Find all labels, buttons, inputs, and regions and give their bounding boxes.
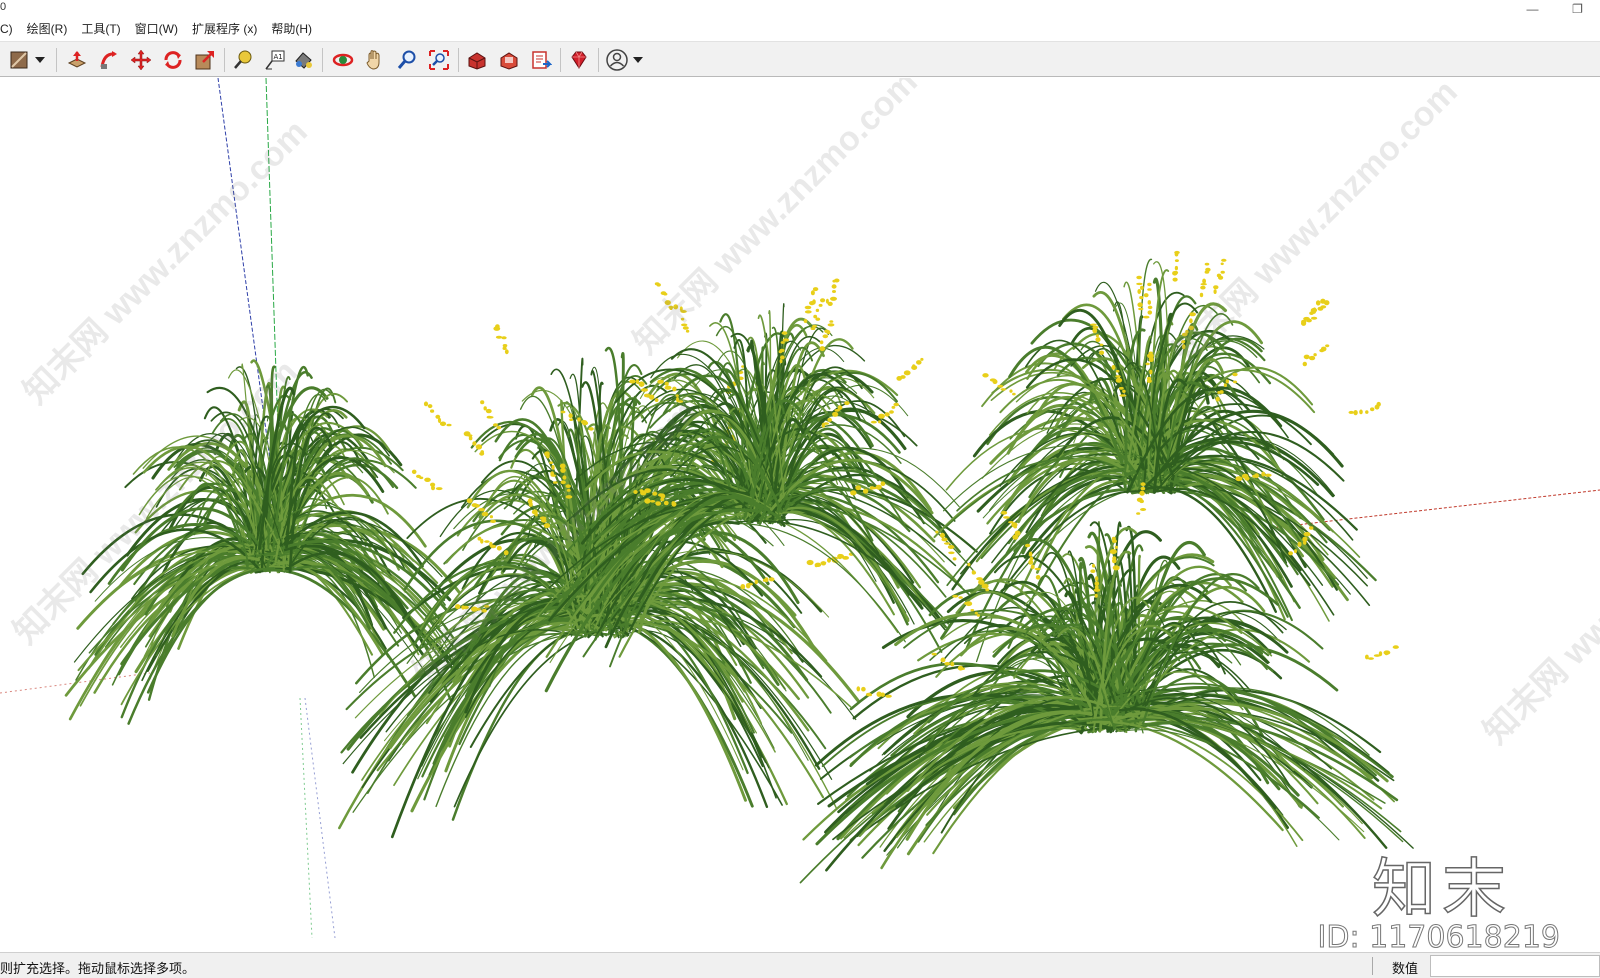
text-icon[interactable]: A1 <box>262 47 288 73</box>
toolbar-separator <box>224 48 225 72</box>
zoom-icon[interactable] <box>394 47 420 73</box>
measurements-label: 数值 <box>1392 961 1419 976</box>
pan-icon[interactable] <box>362 47 388 73</box>
toolbar-separator <box>598 48 599 72</box>
window-controls: — ❐ <box>1510 0 1600 18</box>
tape-measure-icon[interactable] <box>230 47 256 73</box>
move-icon[interactable] <box>128 47 154 73</box>
menu-extensions[interactable]: 扩展程序 (x) <box>185 18 264 40</box>
menu-camera[interactable]: C) <box>0 18 20 40</box>
measurements-input[interactable] <box>1430 955 1600 977</box>
extension-warehouse-icon[interactable] <box>496 47 522 73</box>
text-tool-glyph: A1 <box>274 53 283 61</box>
account-dropdown-icon[interactable] <box>630 47 646 73</box>
menu-help[interactable]: 帮助(H) <box>264 18 319 40</box>
paint-bucket-icon[interactable] <box>6 47 32 73</box>
menu-draw[interactable]: 绘图(R) <box>20 18 75 40</box>
orbit-icon[interactable] <box>330 47 356 73</box>
main-toolbar: A1 <box>0 41 1600 77</box>
green-axis-negative <box>299 697 313 939</box>
paint-icon[interactable] <box>290 47 316 73</box>
warehouse-icon[interactable] <box>464 47 490 73</box>
follow-me-icon[interactable] <box>96 47 122 73</box>
blue-axis-negative <box>304 697 336 939</box>
status-divider <box>1372 957 1373 975</box>
status-bar: 则扩充选择。拖动鼠标选择多项。 数值 <box>0 952 1600 978</box>
status-message: 则扩充选择。拖动鼠标选择多项。 <box>0 961 196 976</box>
ornamental-grass-group <box>64 250 1414 884</box>
window-title: 0 <box>0 1 7 13</box>
menu-tools[interactable]: 工具(T) <box>74 18 127 40</box>
toolbar-separator <box>322 48 323 72</box>
account-icon[interactable] <box>604 47 630 73</box>
layout-icon[interactable] <box>528 47 554 73</box>
model-viewport[interactable]: 知末网 www.znzmo.com 知末网 www.znzmo.com 知末网 … <box>0 78 1600 952</box>
scale-icon[interactable] <box>192 47 218 73</box>
menu-window[interactable]: 窗口(W) <box>128 18 185 40</box>
ruby-icon[interactable] <box>566 47 592 73</box>
menu-bar: C) 绘图(R) 工具(T) 窗口(W) 扩展程序 (x) 帮助(H) <box>0 18 1600 40</box>
logo-watermark: 知末 <box>1371 852 1512 928</box>
toolbar-separator <box>458 48 459 72</box>
paint-dropdown-icon[interactable] <box>32 47 48 73</box>
scene-canvas <box>0 78 1600 939</box>
toolbar-separator <box>56 48 57 72</box>
push-pull-icon[interactable] <box>64 47 90 73</box>
minimize-button[interactable]: — <box>1510 0 1555 18</box>
restore-button[interactable]: ❐ <box>1555 0 1600 18</box>
image-id-watermark: ID: 1170618219 <box>1317 920 1560 953</box>
rotate-icon[interactable] <box>160 47 186 73</box>
title-bar: 0 — ❐ <box>0 0 1600 18</box>
grass-clump-1 <box>64 359 463 725</box>
toolbar-separator <box>560 48 561 72</box>
zoom-extents-icon[interactable] <box>426 47 452 73</box>
